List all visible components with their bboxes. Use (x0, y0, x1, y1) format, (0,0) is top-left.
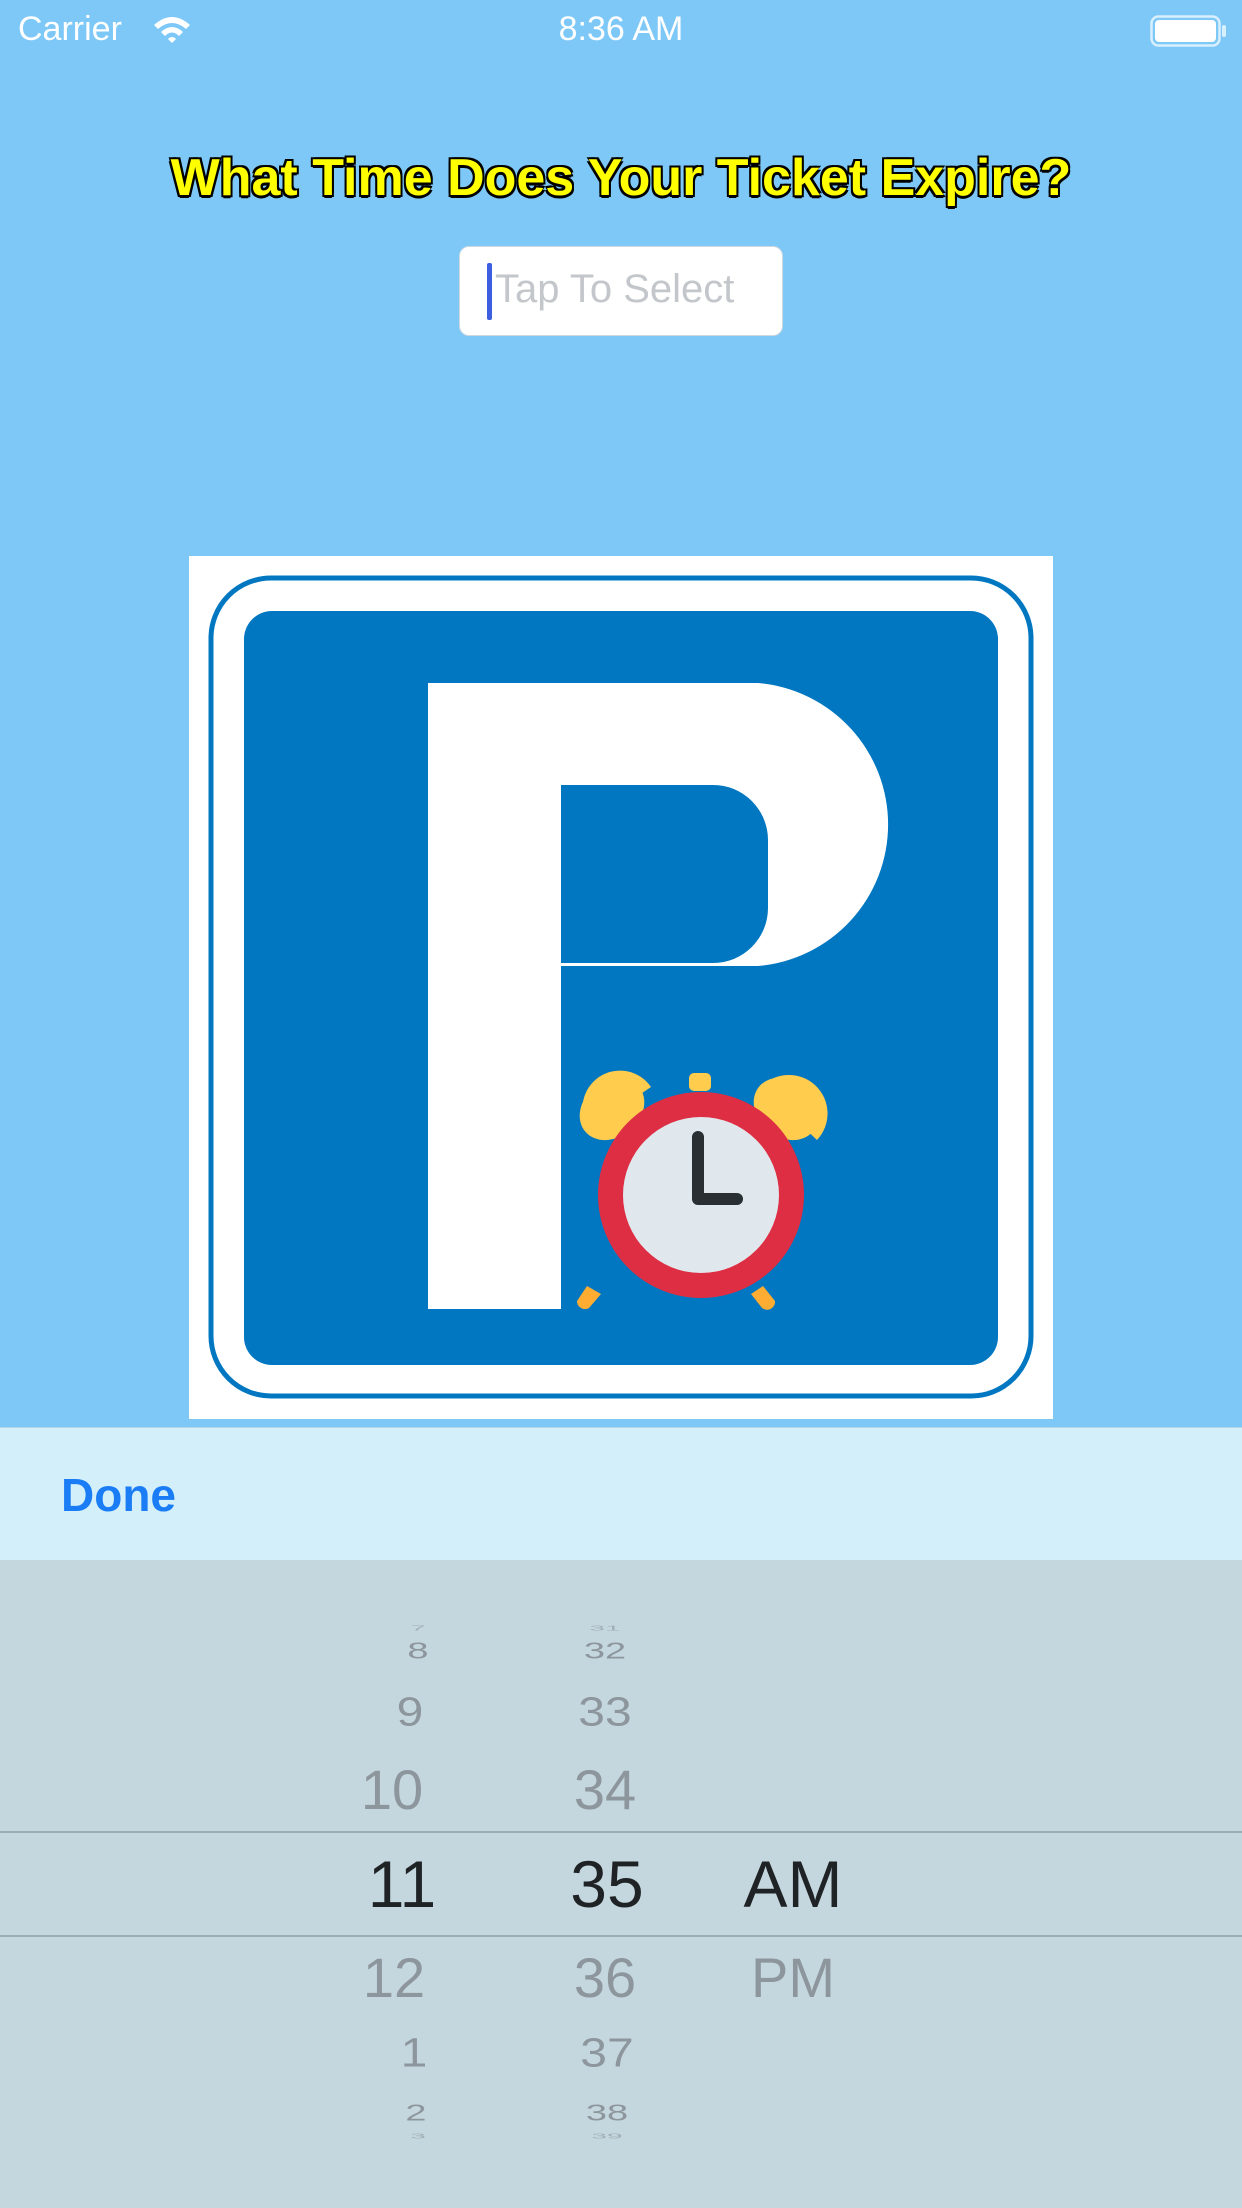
hour-option[interactable]: 12 (314, 1945, 474, 2010)
minute-option[interactable]: 31 (525, 1624, 685, 1632)
hour-option[interactable]: 1 (334, 2030, 494, 2077)
parking-sign-with-alarm-clock-icon (208, 575, 1034, 1399)
minute-option[interactable]: 32 (525, 1639, 685, 1665)
hour-selected[interactable]: 11 (322, 1846, 482, 1922)
hour-option[interactable]: 9 (330, 1689, 490, 1736)
minute-option[interactable]: 36 (525, 1945, 685, 2010)
done-button[interactable]: Done (61, 1468, 176, 1522)
minute-option[interactable]: 39 (527, 2132, 687, 2140)
status-time: 8:36 AM (558, 10, 684, 48)
parking-sign-image (189, 556, 1053, 1419)
hour-option[interactable]: 10 (312, 1757, 472, 1822)
text-cursor (487, 263, 492, 320)
minute-option[interactable]: 37 (527, 2030, 687, 2077)
minute-selected[interactable]: 35 (527, 1846, 687, 1922)
minute-option[interactable]: 38 (527, 2101, 687, 2127)
status-bar: Carrier 8:36 AM (0, 0, 1242, 62)
minute-option[interactable]: 34 (525, 1757, 685, 1822)
hour-option[interactable]: 8 (338, 1639, 498, 1665)
period-selected[interactable]: AM (713, 1846, 873, 1922)
expiry-time-field[interactable]: Tap To Select (459, 246, 783, 336)
picker-toolbar: Done (0, 1427, 1242, 1560)
hour-option[interactable]: 7 (338, 1624, 498, 1632)
time-picker[interactable]: 7 8 9 10 11 12 1 2 3 31 32 33 34 35 36 3… (0, 1560, 1242, 2208)
minute-option[interactable]: 33 (525, 1689, 685, 1736)
selection-bottom-line (0, 1935, 1242, 1937)
page-title: What Time Does Your Ticket Expire? (170, 149, 1072, 207)
time-field-placeholder: Tap To Select (495, 267, 735, 311)
battery-full-icon (1150, 15, 1228, 47)
hour-option[interactable]: 3 (338, 2132, 498, 2140)
period-option[interactable]: PM (713, 1945, 873, 2010)
hour-option[interactable]: 2 (336, 2101, 496, 2127)
selection-top-line (0, 1831, 1242, 1833)
